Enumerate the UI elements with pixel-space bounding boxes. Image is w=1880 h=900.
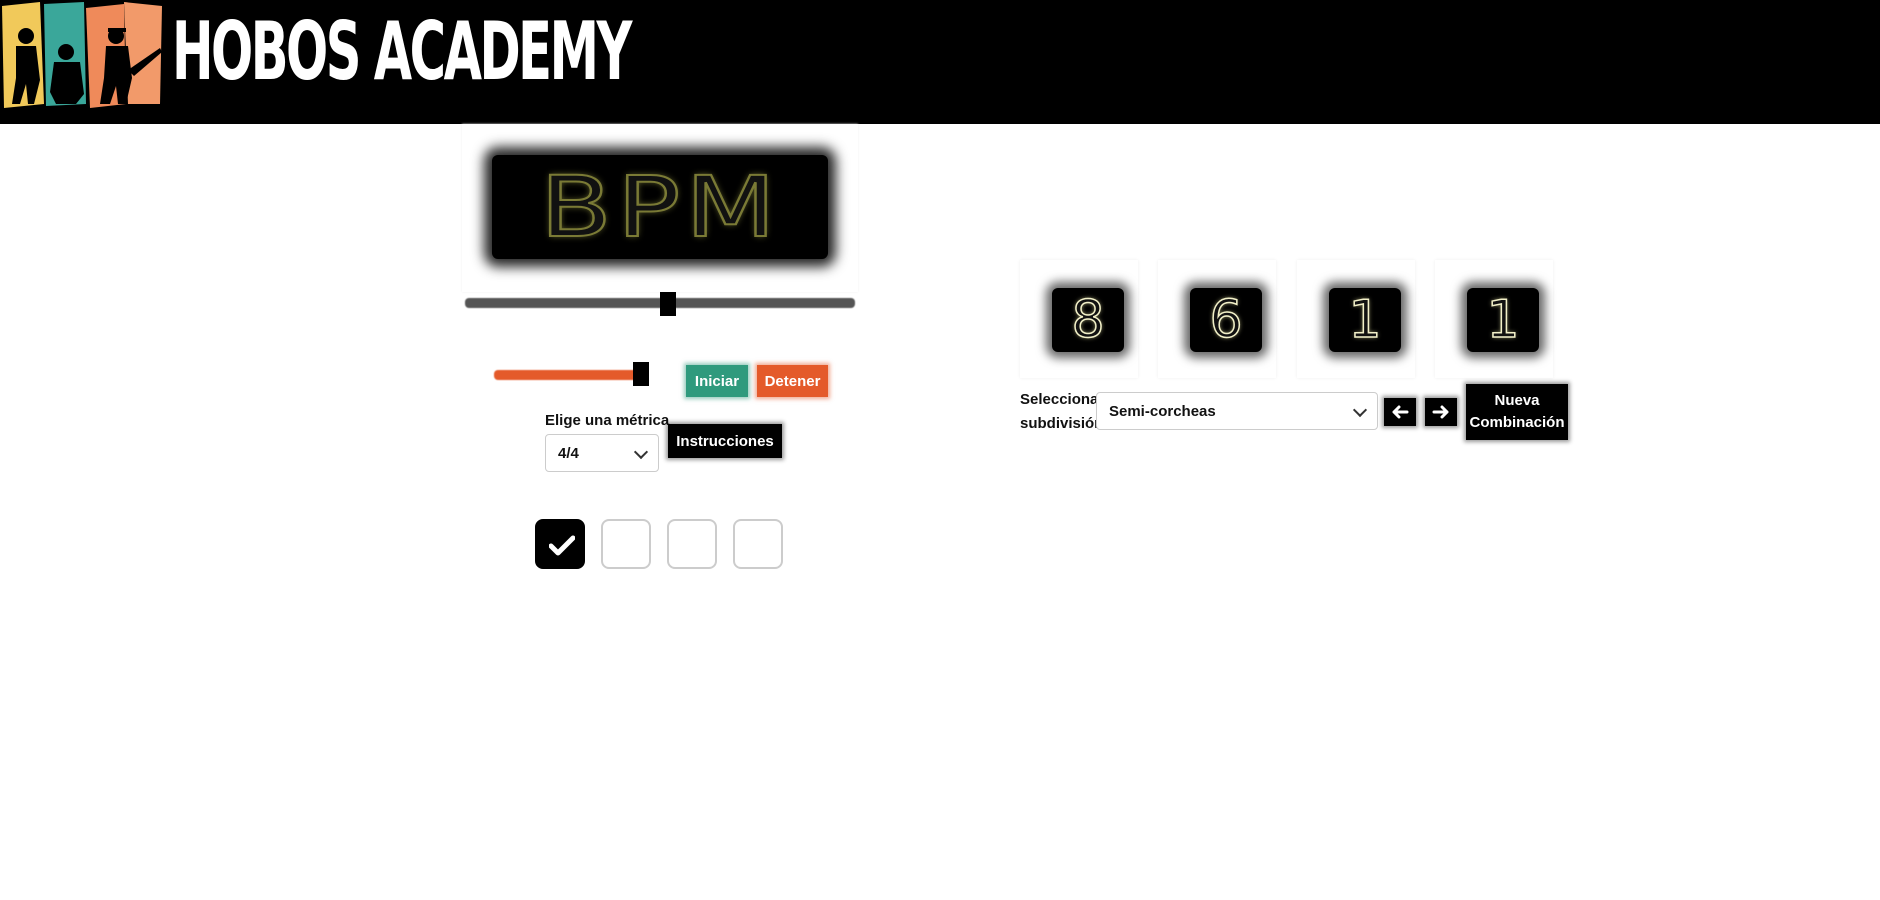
combination-digit-2: 6 xyxy=(1190,288,1262,352)
subdivision-select-value: Semi-corcheas xyxy=(1109,402,1216,420)
new-combination-line2: Combinación xyxy=(1469,414,1565,431)
combination-digit-3: 1 xyxy=(1329,288,1401,352)
previous-button[interactable] xyxy=(1384,398,1416,426)
combination-digit-4: 1 xyxy=(1467,288,1539,352)
subdivision-select[interactable]: Semi-corcheas xyxy=(1096,392,1378,430)
volume-slider-track[interactable] xyxy=(494,370,644,380)
bpm-display: BPM xyxy=(492,155,828,259)
arrow-right-icon xyxy=(1432,405,1449,419)
next-button[interactable] xyxy=(1425,398,1457,426)
chevron-down-icon xyxy=(633,444,649,460)
beat-indicator-1[interactable] xyxy=(535,519,585,569)
brand-title: HOBOS ACADEMY xyxy=(172,5,632,98)
site-header: HOBOS ACADEMY xyxy=(0,0,1880,124)
metric-label: Elige una métrica xyxy=(545,412,670,429)
tempo-slider-handle[interactable] xyxy=(660,292,676,316)
band-logo-icon[interactable] xyxy=(0,0,165,110)
instructions-button[interactable]: Instrucciones xyxy=(668,424,782,458)
beat-indicator-3[interactable] xyxy=(667,519,717,569)
beat-indicator-4[interactable] xyxy=(733,519,783,569)
metric-select-value: 4/4 xyxy=(558,444,579,462)
stop-button[interactable]: Detener xyxy=(757,365,828,397)
chevron-down-icon xyxy=(1352,402,1368,418)
new-combination-button[interactable]: Nueva Combinación xyxy=(1466,384,1568,440)
arrow-left-icon xyxy=(1392,405,1409,419)
new-combination-line1: Nueva xyxy=(1494,392,1540,409)
metric-select[interactable]: 4/4 xyxy=(545,434,659,472)
combination-digit-1: 8 xyxy=(1052,288,1124,352)
bpm-display-text: BPM xyxy=(538,157,781,257)
start-button[interactable]: Iniciar xyxy=(686,365,748,397)
beat-indicator-2[interactable] xyxy=(601,519,651,569)
checkmark-icon xyxy=(549,535,575,556)
volume-slider-handle[interactable] xyxy=(633,362,649,386)
